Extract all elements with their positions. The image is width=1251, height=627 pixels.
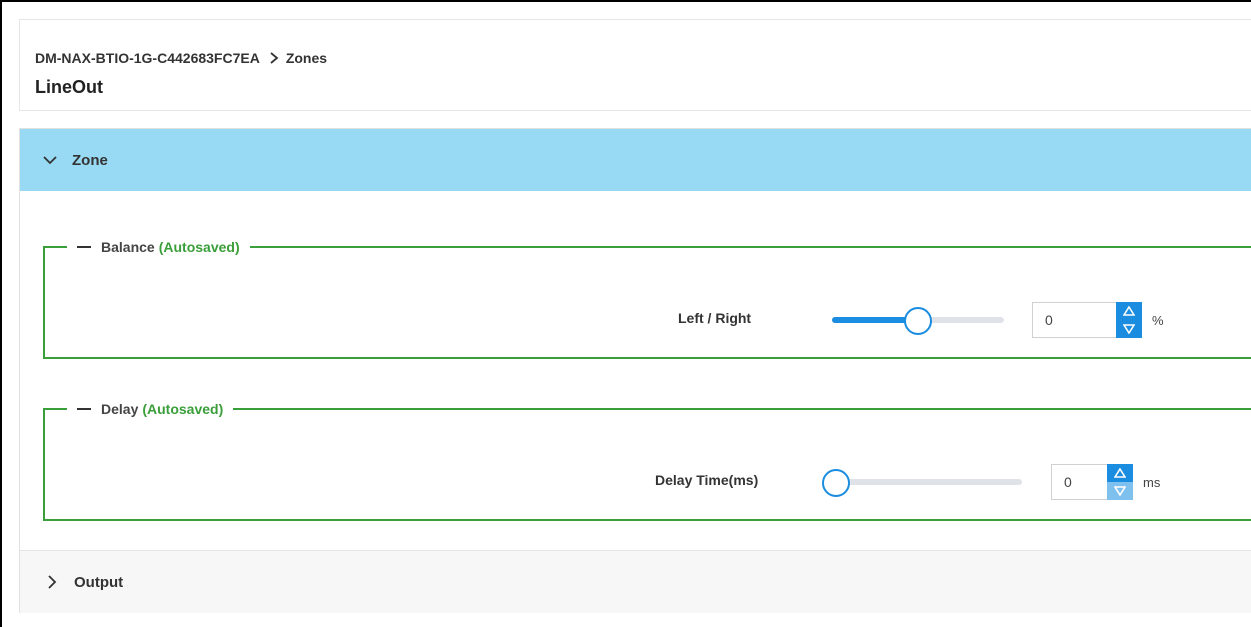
output-section-toggle[interactable]: Output: [20, 550, 1251, 613]
delay-unit: ms: [1143, 474, 1161, 490]
delay-slider[interactable]: [822, 469, 1022, 497]
page-header: DM-NAX-BTIO-1G-C442683FC7EA Zones LineOu…: [19, 19, 1251, 111]
delay-slider-track: [822, 479, 1022, 485]
triangle-down-icon: [1114, 486, 1126, 496]
delay-row-label: Delay Time(ms): [655, 472, 759, 488]
delay-number-field: ms: [1051, 464, 1160, 500]
delay-group: Delay (Autosaved) Delay Time(ms) 0 ms: [43, 401, 1251, 521]
delay-decrement-button[interactable]: [1107, 482, 1133, 500]
balance-decrement-button[interactable]: [1116, 320, 1142, 338]
breadcrumb-device-link[interactable]: DM-NAX-BTIO-1G-C442683FC7EA: [35, 50, 260, 66]
delay-slider-thumb[interactable]: [822, 469, 850, 497]
balance-slider[interactable]: [832, 307, 1004, 335]
balance-number-field: %: [1032, 302, 1164, 338]
delay-spinner: [1107, 464, 1133, 500]
balance-spinner: [1116, 302, 1142, 338]
output-section-label: Output: [74, 573, 124, 591]
chevron-down-icon: [43, 156, 57, 165]
balance-increment-button[interactable]: [1116, 302, 1142, 320]
balance-group: Balance (Autosaved) Left / Right 0 %: [43, 239, 1251, 359]
breadcrumb: DM-NAX-BTIO-1G-C442683FC7EA Zones: [35, 50, 327, 66]
delay-legend: Delay (Autosaved): [67, 401, 233, 417]
triangle-up-icon: [1123, 306, 1135, 316]
balance-slider-thumb[interactable]: [904, 307, 932, 335]
delay-input[interactable]: [1051, 464, 1107, 500]
minus-icon[interactable]: [77, 246, 91, 248]
triangle-up-icon: [1114, 468, 1126, 478]
page-title: LineOut: [35, 77, 103, 97]
delay-legend-label: Delay: [101, 401, 139, 417]
balance-unit: %: [1152, 312, 1164, 328]
balance-autosaved-status: (Autosaved): [158, 239, 240, 255]
delay-autosaved-status: (Autosaved): [142, 401, 224, 417]
breadcrumb-section: Zones: [285, 50, 328, 66]
balance-legend-label: Balance: [101, 239, 155, 255]
zone-panel: Zone Balance (Autosaved) Left / Right 0 …: [19, 128, 1251, 613]
triangle-down-icon: [1123, 324, 1135, 334]
delay-increment-button[interactable]: [1107, 464, 1133, 482]
zone-section-label: Zone: [72, 151, 108, 169]
zone-section-toggle[interactable]: Zone: [20, 129, 1251, 191]
balance-legend: Balance (Autosaved): [67, 239, 250, 255]
minus-icon[interactable]: [77, 408, 91, 410]
balance-input[interactable]: [1032, 302, 1116, 338]
chevron-right-icon: [270, 52, 279, 64]
balance-row-label: Left / Right: [678, 310, 752, 326]
chevron-right-icon: [48, 575, 57, 589]
